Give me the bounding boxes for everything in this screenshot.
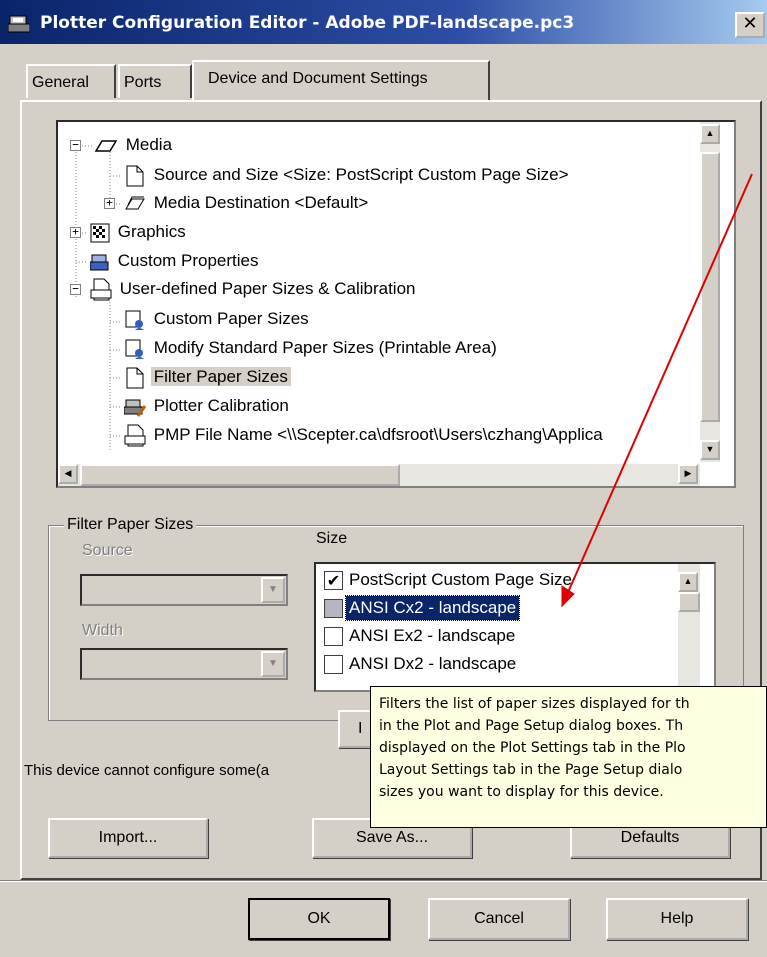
plotter-app-icon xyxy=(8,15,30,33)
size-label: Size xyxy=(316,530,348,547)
window-title: Plotter Configuration Editor - Adobe PDF… xyxy=(40,13,575,33)
tree-node-label: Plotter Calibration xyxy=(153,396,289,415)
device-status-text: This device cannot configure some(a xyxy=(24,762,270,779)
chevron-down-icon: ▼ xyxy=(261,577,285,603)
tab-label: Ports xyxy=(124,74,162,91)
button-label: Save As... xyxy=(355,829,429,846)
tree-node-label: Modify Standard Paper Sizes (Printable A… xyxy=(153,338,497,357)
tree-node-label: Filter Paper Sizes xyxy=(150,367,291,386)
tree-node-plotter-calibration[interactable]: Plotter Calibration xyxy=(123,393,292,419)
button-label: OK xyxy=(307,910,331,927)
list-scrollbar[interactable]: ▲ xyxy=(678,564,700,690)
modify-paper-icon xyxy=(125,339,144,359)
button-label: Cancel xyxy=(474,910,524,927)
tree-node-filter-paper-sizes[interactable]: Filter Paper Sizes xyxy=(124,364,291,390)
button-label: Import... xyxy=(98,829,158,846)
tree-node-label: User-defined Paper Sizes & Calibration xyxy=(119,279,416,298)
title-bar: Plotter Configuration Editor - Adobe PDF… xyxy=(0,0,767,46)
import-button[interactable]: Import... xyxy=(48,818,208,858)
button-label: Defaults xyxy=(620,829,680,846)
tree-horizontal-scrollbar[interactable]: ◀ ▶ xyxy=(58,464,700,486)
scroll-left-icon[interactable]: ◀ xyxy=(58,464,78,484)
button-label: I xyxy=(358,720,363,737)
custom-paper-icon xyxy=(125,310,144,330)
page-icon xyxy=(126,165,144,187)
scroll-thumb[interactable] xyxy=(700,152,720,422)
tree-node-label: Media Destination <Default> xyxy=(153,193,369,212)
tree-node-user-defined-paper-sizes[interactable]: User-defined Paper Sizes & Calibration xyxy=(90,276,419,302)
tree-node-media-destination[interactable]: Media Destination <Default> xyxy=(124,190,371,216)
button-label: Help xyxy=(660,910,694,927)
tab-ports[interactable]: Ports xyxy=(118,64,192,98)
tree-node-custom-properties[interactable]: Custom Properties xyxy=(89,248,262,274)
scroll-thumb[interactable] xyxy=(80,464,400,486)
pmp-file-icon xyxy=(124,424,146,447)
tab-general[interactable]: General xyxy=(26,64,116,98)
cancel-button[interactable]: Cancel xyxy=(428,898,570,940)
paper-size-list[interactable]: ✔ PostScript Custom Page Size ANSI Cx2 -… xyxy=(314,562,716,692)
graphics-icon xyxy=(90,223,110,243)
tooltip: Filters the list of paper sizes displaye… xyxy=(370,686,767,828)
tree-node-modify-standard-paper-sizes[interactable]: Modify Standard Paper Sizes (Printable A… xyxy=(124,335,500,361)
custom-properties-icon xyxy=(89,254,109,271)
expand-media-destination-toggle[interactable]: + xyxy=(104,197,115,209)
tree-node-label: Custom Properties xyxy=(117,251,259,270)
checkbox[interactable] xyxy=(324,599,343,618)
close-icon: ✕ xyxy=(742,13,758,34)
tree-node-source-and-size[interactable]: Source and Size <Size: PostScript Custom… xyxy=(124,162,572,188)
group-title: Filter Paper Sizes xyxy=(64,516,197,534)
tree-node-label: PMP File Name <\\Scepter.ca\dfsroot\User… xyxy=(153,425,603,444)
list-item-label: ANSI Dx2 - landscape xyxy=(349,654,517,673)
settings-tree[interactable]: − Media Source and Size <Size: PostScrip… xyxy=(56,120,736,488)
close-button[interactable]: ✕ xyxy=(735,12,765,38)
list-item-label: PostScript Custom Page Size xyxy=(349,570,572,589)
check-icon[interactable]: ✔ xyxy=(324,571,343,590)
collapse-media-toggle[interactable]: − xyxy=(70,139,81,151)
expand-graphics-toggle[interactable]: + xyxy=(70,226,81,238)
tree-node-label: Custom Paper Sizes xyxy=(153,309,309,328)
scroll-thumb[interactable] xyxy=(678,592,700,612)
source-label: Source xyxy=(82,542,133,559)
media-destination-icon xyxy=(125,196,145,210)
list-item-label: ANSI Cx2 - landscape xyxy=(344,595,521,621)
tree-node-graphics[interactable]: Graphics xyxy=(90,219,189,245)
checkbox[interactable] xyxy=(324,655,343,674)
ok-button[interactable]: OK xyxy=(248,898,390,940)
width-label: Width xyxy=(82,622,123,639)
collapse-user-defined-toggle[interactable]: − xyxy=(70,283,81,295)
paper-sizes-icon xyxy=(90,278,112,301)
calibration-icon xyxy=(123,399,147,417)
source-combo: ▼ xyxy=(80,574,288,606)
media-icon xyxy=(94,139,118,152)
tree-node-label: Media xyxy=(125,135,173,154)
list-item-label: ANSI Ex2 - landscape xyxy=(349,626,516,645)
tree-node-custom-paper-sizes[interactable]: Custom Paper Sizes xyxy=(124,306,312,332)
chevron-down-icon: ▼ xyxy=(261,651,285,677)
checkbox[interactable] xyxy=(324,627,343,646)
width-combo: ▼ xyxy=(80,648,288,680)
help-button[interactable]: Help xyxy=(606,898,748,940)
scroll-up-icon[interactable]: ▲ xyxy=(678,572,698,592)
scroll-up-icon[interactable]: ▲ xyxy=(700,124,720,144)
tab-label: General xyxy=(32,74,89,91)
page-icon xyxy=(126,367,144,389)
divider xyxy=(0,880,767,882)
scroll-right-icon[interactable]: ▶ xyxy=(678,464,698,484)
tree-node-media[interactable]: Media xyxy=(92,132,175,158)
tab-label: Device and Document Settings xyxy=(208,70,428,87)
tree-node-pmp-file-name[interactable]: PMP File Name <\\Scepter.ca\dfsroot\User… xyxy=(124,422,606,448)
tab-device-document-settings[interactable]: Device and Document Settings xyxy=(192,60,490,100)
tree-node-label: Graphics xyxy=(117,222,186,241)
scroll-down-icon[interactable]: ▼ xyxy=(700,440,720,460)
tree-node-label: Source and Size <Size: PostScript Custom… xyxy=(153,165,569,184)
tree-vertical-scrollbar[interactable]: ▲ ▼ xyxy=(700,122,720,462)
